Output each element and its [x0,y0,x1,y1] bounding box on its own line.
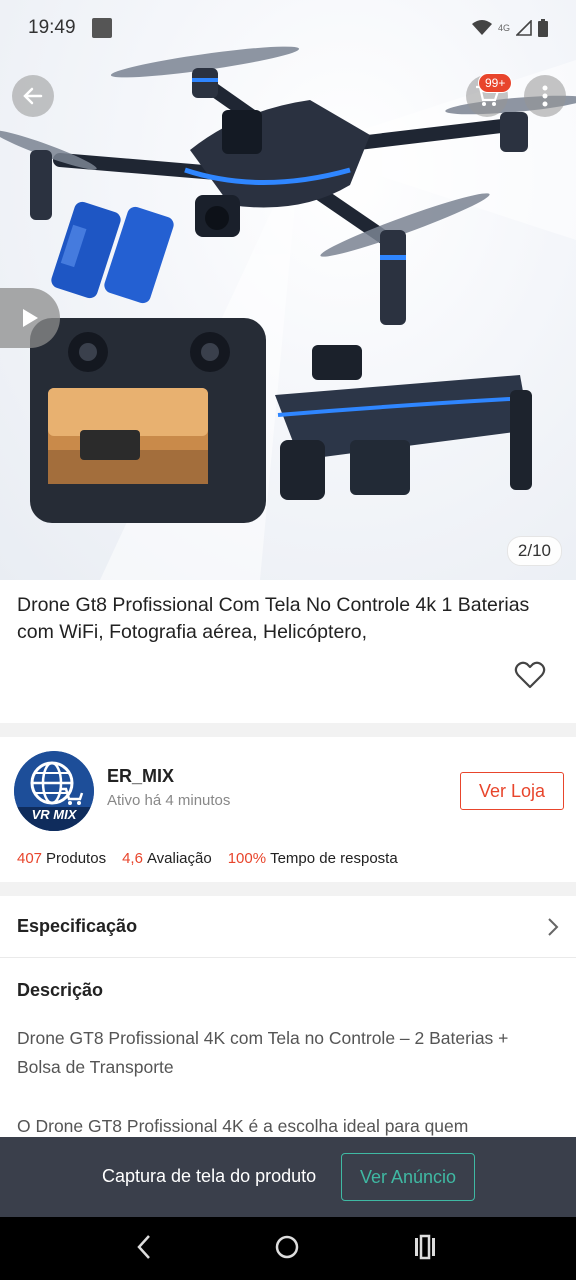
description-paragraph: Drone GT8 Profissional 4K com Tela no Co… [17,1028,509,1077]
product-title: Drone Gt8 Profissional Com Tela No Contr… [17,594,530,643]
chevron-right-icon [548,917,559,936]
nav-recents-icon[interactable] [413,1232,437,1262]
stat-products: 407 Produtos [17,850,107,867]
section-divider [0,723,576,737]
view-listing-button[interactable]: Ver Anúncio [341,1153,475,1201]
network-type: 4G [497,23,510,33]
shop-logo[interactable]: VR MIX [14,751,94,831]
section-divider [0,882,576,896]
shop-logo-text: VR MIX [31,807,77,822]
status-icons: 4G [471,19,548,37]
shop-active-status: Ativo há 4 minutos [107,792,231,809]
product-image-gallery[interactable]: 99+ 2/10 [0,0,576,580]
description-heading: Descrição [17,980,104,1000]
shop-stats: 407 Produtos 4,6 Avaliação 100% Tempo de re… [17,850,398,867]
cart-badge: 99+ [478,73,513,93]
play-icon [23,309,38,327]
specification-row[interactable]: Especificação [0,896,576,958]
status-bar: 19:49 4G [0,0,576,56]
status-time: 19:49 [28,17,76,38]
visit-shop-button[interactable]: Ver Loja [460,772,564,810]
nav-back-icon[interactable] [134,1232,154,1262]
battery-icon [538,19,548,37]
wifi-icon [471,20,492,35]
stat-rating: 4,6 Avaliação [122,850,212,867]
shop-name[interactable]: ER_MIX [107,766,174,787]
more-options-button[interactable] [524,75,566,117]
stat-response-time: 100% Tempo de resposta [227,850,398,867]
specification-label: Especificação [17,916,138,936]
heart-icon [514,661,546,689]
product-screenshot-label: Captura de tela do produto [102,1166,317,1186]
nav-home-icon[interactable] [274,1232,300,1262]
arrow-left-icon [23,87,43,105]
more-vertical-icon [542,85,548,107]
favorite-button[interactable] [514,660,546,695]
notification-icon [91,18,112,38]
back-button[interactable] [12,75,54,117]
signal-icon [516,20,532,36]
image-counter: 2/10 [506,536,562,566]
play-video-button[interactable] [0,288,60,348]
